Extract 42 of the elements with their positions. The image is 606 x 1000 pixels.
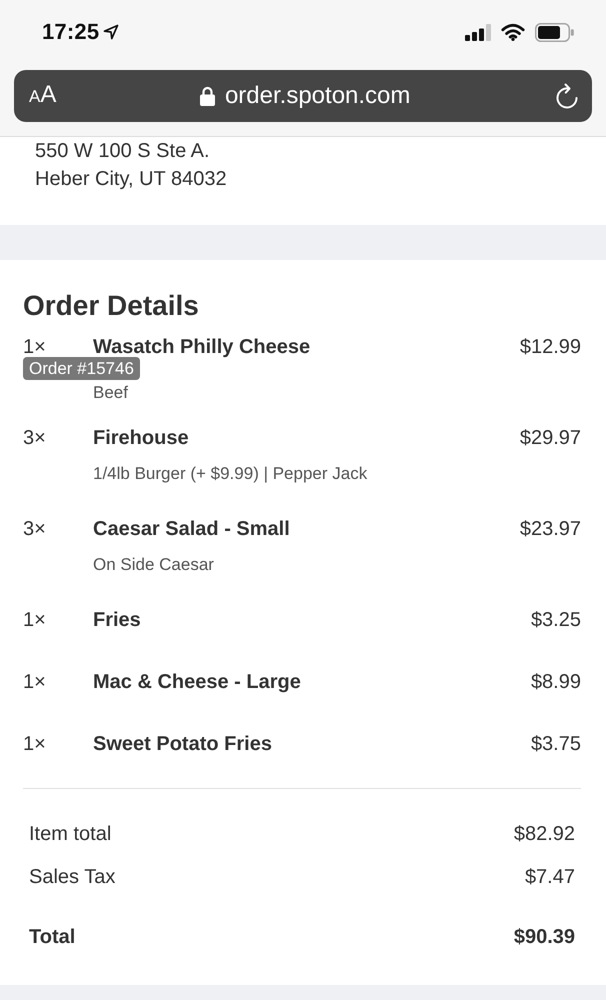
status-time: 17:25 <box>42 19 100 45</box>
item-name: Wasatch Philly Cheese <box>93 335 310 359</box>
text-size-button[interactable]: AA <box>29 81 56 111</box>
summary-amount: $82.92 <box>514 822 575 847</box>
wifi-icon <box>501 23 525 41</box>
signal-icon <box>465 24 491 40</box>
section-title: Order Details <box>23 289 200 323</box>
url-text[interactable]: order.spoton.com <box>224 82 410 110</box>
item-quantity: 3× <box>23 519 47 539</box>
summary-label: Sales Tax <box>29 865 116 890</box>
item-options: 1/4lb Burger (+ $9.99) | Pepper Jack <box>93 462 368 486</box>
item-quantity: 1× <box>23 672 47 692</box>
item-options: Beef <box>93 381 128 405</box>
item-options: On Side Caesar <box>93 553 214 577</box>
summary-amount: $90.39 <box>514 925 575 950</box>
item-name: Fries <box>93 608 141 632</box>
navigation-arrow-icon <box>103 24 120 40</box>
lock-icon <box>200 86 215 106</box>
summary-label: Total <box>29 925 76 950</box>
item-name: Sweet Potato Fries <box>93 732 272 756</box>
address-line: Heber City, UT 84032 <box>35 167 228 192</box>
item-name: Caesar Salad - Small <box>93 517 290 541</box>
item-price: $3.75 <box>530 732 581 756</box>
item-quantity: 1× <box>23 610 47 630</box>
item-price: $12.99 <box>520 335 581 359</box>
reload-button[interactable] <box>554 82 580 110</box>
battery-icon <box>535 22 574 42</box>
summary-amount: $7.47 <box>524 865 575 890</box>
order-number-badge: Order #15746 <box>23 357 140 380</box>
address-line: 550 W 100 S Ste A. <box>35 139 211 164</box>
item-quantity: 3× <box>23 428 47 448</box>
item-price: $3.25 <box>530 608 581 632</box>
item-quantity: 1× <box>23 734 47 754</box>
item-price: $29.97 <box>520 426 581 450</box>
item-name: Firehouse <box>93 426 189 450</box>
item-name: Mac & Cheese - Large <box>93 670 301 694</box>
item-price: $23.97 <box>520 517 581 541</box>
reload-icon <box>554 82 580 110</box>
summary-label: Item total <box>29 822 112 847</box>
item-price: $8.99 <box>530 670 581 694</box>
item-quantity: 1× <box>23 337 47 357</box>
address-bar[interactable]: AA order.spoton.com <box>14 70 592 122</box>
